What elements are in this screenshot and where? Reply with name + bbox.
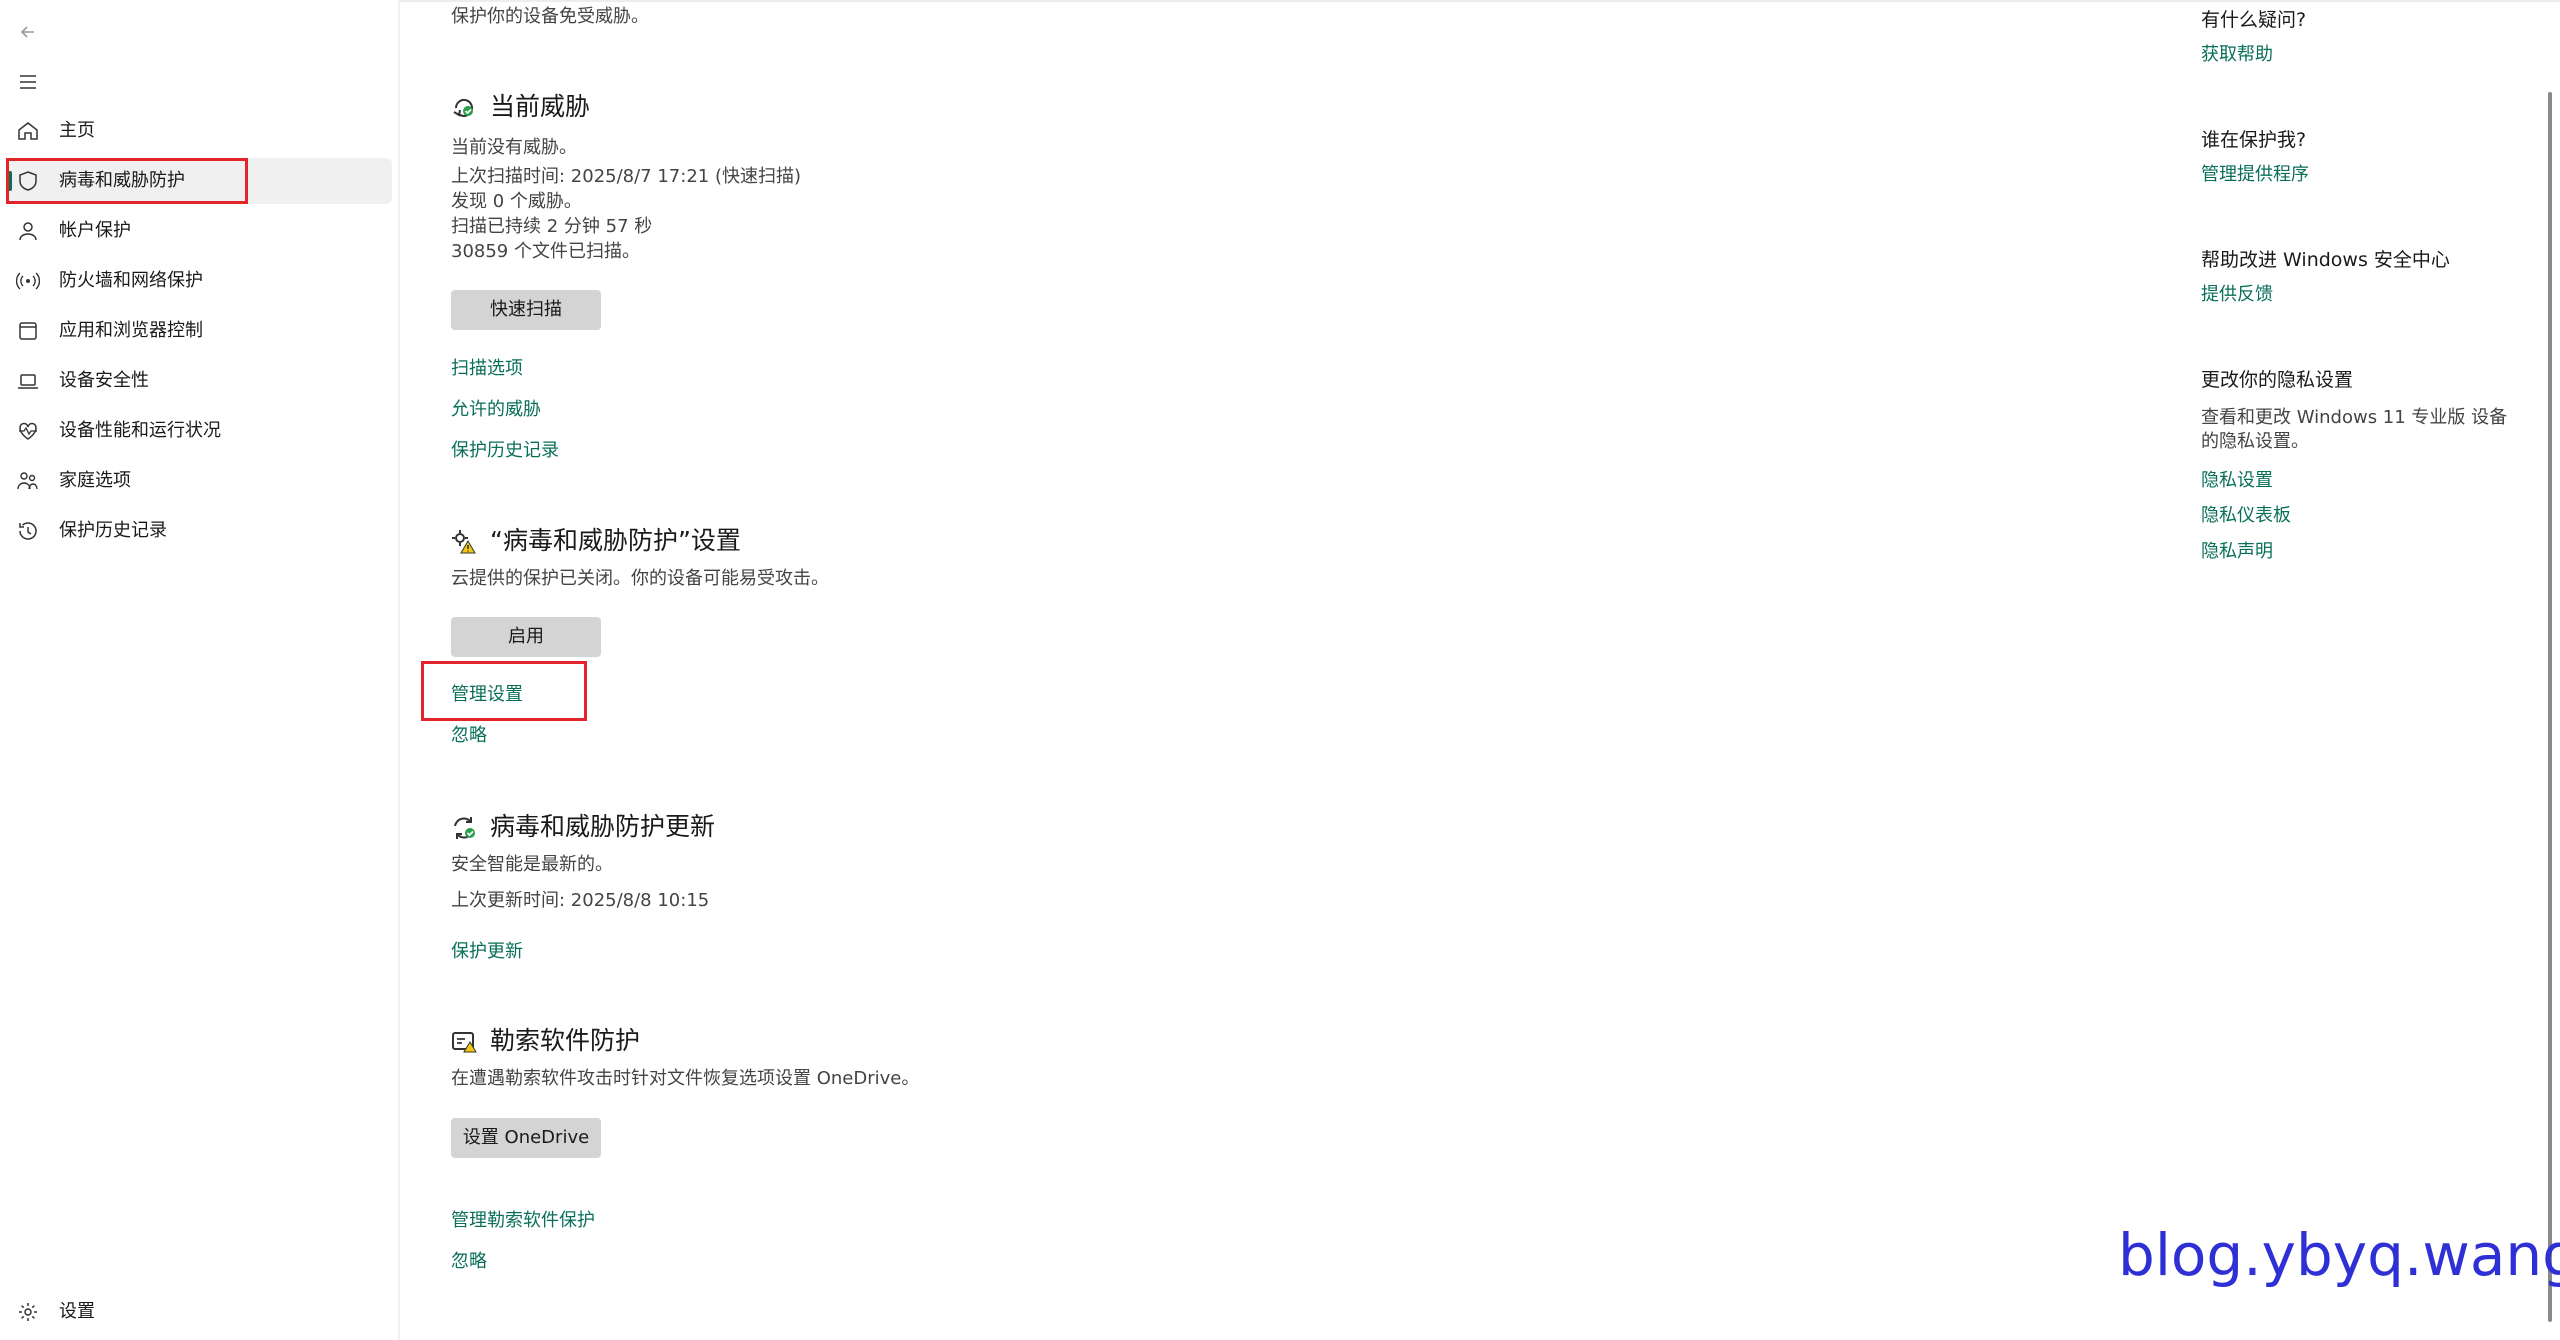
current-threats-title: 当前威胁 (490, 92, 591, 121)
history-icon (16, 519, 40, 543)
main-content (398, 0, 2560, 1340)
protection-settings-title: “病毒和威胁防护”设置 (490, 526, 741, 555)
manage-providers-link[interactable]: 管理提供程序 (2201, 164, 2309, 186)
shield-icon (16, 169, 40, 193)
ransomware-folder-icon (450, 1028, 478, 1056)
scan-options-link[interactable]: 扫描选项 (451, 358, 523, 380)
wifi-antenna-icon (16, 269, 40, 293)
privacy-heading: 更改你的隐私设置 (2201, 369, 2354, 391)
scan-duration: 扫描已持续 2 分钟 57 秒 (451, 216, 653, 237)
privacy-settings-link[interactable]: 隐私设置 (2201, 470, 2273, 492)
dismiss-ransomware-link[interactable]: 忽略 (451, 1251, 487, 1273)
protection-settings-description: 云提供的保护已关闭。你的设备可能易受攻击。 (451, 568, 829, 589)
app-window-icon (16, 319, 40, 343)
back-button[interactable] (14, 16, 44, 46)
page-intro: 保护你的设备免受威胁。 (451, 6, 649, 27)
updates-title: 病毒和威胁防护更新 (490, 812, 716, 841)
windows-security-window: 主页 病毒和威胁防护 帐户保护 防火墙和网络保护 应用和浏览器控制 设备安全性 … (0, 0, 2560, 1340)
protector-heading: 谁在保护我? (2201, 129, 2307, 151)
sidebar-item-label: 保护历史记录 (59, 520, 167, 541)
enable-button[interactable]: 启用 (451, 617, 601, 657)
threat-status-line: 当前没有威胁。 (451, 137, 577, 158)
give-feedback-link[interactable]: 提供反馈 (2201, 284, 2273, 306)
dismiss-settings-link[interactable]: 忽略 (451, 725, 487, 747)
sidebar-item-label: 设备安全性 (59, 370, 149, 391)
family-icon (16, 469, 40, 493)
files-scanned-count: 30859 个文件已扫描。 (451, 241, 640, 262)
sidebar-item-app-browser-control[interactable]: 应用和浏览器控制 (6, 308, 392, 354)
sidebar: 主页 病毒和威胁防护 帐户保护 防火墙和网络保护 应用和浏览器控制 设备安全性 … (0, 0, 398, 1340)
sidebar-item-label: 主页 (59, 120, 95, 141)
manage-settings-link[interactable]: 管理设置 (451, 684, 523, 706)
sidebar-item-label: 病毒和威胁防护 (59, 170, 185, 191)
sidebar-item-label: 帐户保护 (59, 220, 131, 241)
settings-warning-icon (450, 528, 478, 556)
menu-button[interactable] (14, 66, 44, 96)
sidebar-item-device-performance[interactable]: 设备性能和运行状况 (6, 408, 392, 454)
sidebar-item-firewall[interactable]: 防火墙和网络保护 (6, 258, 392, 304)
scan-refresh-icon (450, 94, 478, 122)
ransomware-description: 在遭遇勒索软件攻击时针对文件恢复选项设置 OneDrive。 (451, 1068, 920, 1089)
questions-heading: 有什么疑问? (2201, 9, 2307, 31)
hamburger-menu-icon (18, 72, 38, 92)
back-arrow-icon (18, 22, 38, 42)
sidebar-item-label: 防火墙和网络保护 (59, 270, 203, 291)
sidebar-item-account-protection[interactable]: 帐户保护 (6, 208, 392, 254)
sidebar-item-device-security[interactable]: 设备安全性 (6, 358, 392, 404)
intelligence-status: 安全智能是最新的。 (451, 854, 613, 875)
last-update-time: 上次更新时间: 2025/8/8 10:15 (451, 890, 710, 911)
ransomware-title: 勒索软件防护 (490, 1026, 641, 1055)
get-help-link[interactable]: 获取帮助 (2201, 44, 2273, 66)
privacy-statement-link[interactable]: 隐私声明 (2201, 541, 2273, 563)
home-icon (16, 119, 40, 143)
sidebar-item-label: 设置 (59, 1301, 95, 1322)
threats-found-count: 发现 0 个威胁。 (451, 191, 582, 212)
person-icon (16, 219, 40, 243)
setup-onedrive-button[interactable]: 设置 OneDrive (451, 1118, 601, 1158)
sidebar-item-family-options[interactable]: 家庭选项 (6, 458, 392, 504)
vertical-scrollbar[interactable] (2548, 92, 2552, 1322)
sidebar-item-virus-protection[interactable]: 病毒和威胁防护 (6, 158, 392, 204)
watermark-text: blog.ybyq.wang (2118, 1221, 2560, 1289)
allowed-threats-link[interactable]: 允许的威胁 (451, 399, 541, 421)
sidebar-item-label: 应用和浏览器控制 (59, 320, 203, 341)
sidebar-item-settings[interactable]: 设置 (6, 1289, 392, 1335)
feedback-heading: 帮助改进 Windows 安全中心 (2201, 249, 2450, 271)
laptop-icon (16, 369, 40, 393)
sidebar-item-home[interactable]: 主页 (6, 108, 392, 154)
manage-ransomware-link[interactable]: 管理勒索软件保护 (451, 1210, 595, 1232)
last-scan-time: 上次扫描时间: 2025/8/7 17:21 (快速扫描) (451, 166, 801, 187)
sidebar-item-protection-history[interactable]: 保护历史记录 (6, 508, 392, 554)
update-refresh-icon (450, 814, 478, 842)
privacy-dashboard-link[interactable]: 隐私仪表板 (2201, 505, 2291, 527)
protection-updates-link[interactable]: 保护更新 (451, 941, 523, 963)
privacy-description: 查看和更改 Windows 11 专业版 设备的隐私设置。 (2201, 407, 2508, 452)
sidebar-item-label: 家庭选项 (59, 470, 131, 491)
heart-pulse-icon (16, 419, 40, 443)
protection-history-link[interactable]: 保护历史记录 (451, 440, 559, 462)
sidebar-item-label: 设备性能和运行状况 (59, 420, 221, 441)
quick-scan-button[interactable]: 快速扫描 (451, 290, 601, 330)
gear-icon (16, 1300, 40, 1324)
